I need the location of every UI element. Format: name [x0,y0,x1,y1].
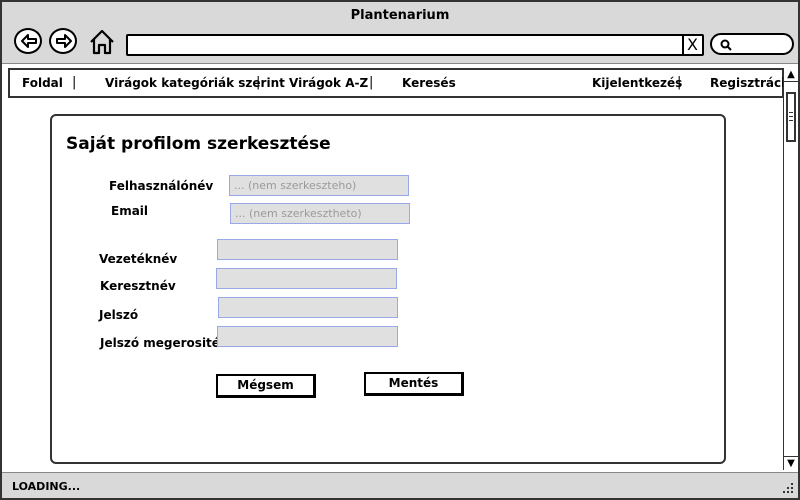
forward-arrow-icon [56,34,72,48]
home-button[interactable] [88,28,116,56]
home-icon [90,29,114,55]
nav-separator: | [256,75,261,90]
window-title: Plantenarium [350,8,450,23]
nav-item-register[interactable]: Regisztráció [710,76,793,90]
back-arrow-icon [21,34,37,48]
resize-grip-icon[interactable] [782,482,794,494]
browser-window: Plantenarium X Foldal | Virágok kategóri… [0,0,800,500]
firstname-label: Keresztnév [100,279,176,293]
nav-item-foldal[interactable]: Foldal [22,76,63,90]
scroll-up-icon[interactable]: ▲ [784,68,798,82]
lastname-field[interactable] [217,239,398,260]
main-nav: Foldal | Virágok kategóriák szerint | Vi… [8,68,793,98]
address-bar[interactable]: X [126,34,704,56]
search-box[interactable] [710,33,794,55]
forward-button[interactable] [49,28,77,54]
lastname-label: Vezetéknév [99,252,178,266]
profile-edit-panel: Saját profilom szerkesztése Felhasználón… [50,114,726,464]
nav-item-logout[interactable]: Kijelentkezés [592,76,682,90]
email-label: Email [111,204,149,218]
username-field: ... (nem szerkeszteho) [229,175,409,196]
status-text: LOADING... [12,480,81,493]
scroll-thumb[interactable] [786,92,796,142]
email-field: ... (nem szerkesztheto) [230,203,410,224]
password-field[interactable] [218,297,398,318]
nav-separator: | [72,75,77,90]
username-label: Felhasználónév [109,179,214,193]
clear-address-button[interactable]: X [682,36,698,54]
password-confirm-field[interactable] [217,326,398,347]
cancel-button[interactable]: Mégsem [216,374,316,398]
search-icon [720,39,732,51]
back-button[interactable] [14,28,42,54]
save-button[interactable]: Mentés [364,372,464,396]
password-confirm-label: Jelszó megerositése [100,336,236,350]
browser-toolbar: Plantenarium X [2,2,798,64]
status-bar: LOADING... [2,472,798,498]
nav-separator: | [369,75,374,90]
nav-separator: | [677,75,682,90]
password-label: Jelszó [99,308,139,322]
nav-item-search[interactable]: Keresés [402,76,456,90]
firstname-field[interactable] [216,268,397,289]
scroll-down-icon[interactable]: ▼ [784,456,798,470]
nav-item-a-z[interactable]: Virágok A-Z [289,76,368,90]
page-title: Saját profilom szerkesztése [66,134,331,154]
vertical-scrollbar[interactable]: ▲ ▼ [783,68,798,470]
